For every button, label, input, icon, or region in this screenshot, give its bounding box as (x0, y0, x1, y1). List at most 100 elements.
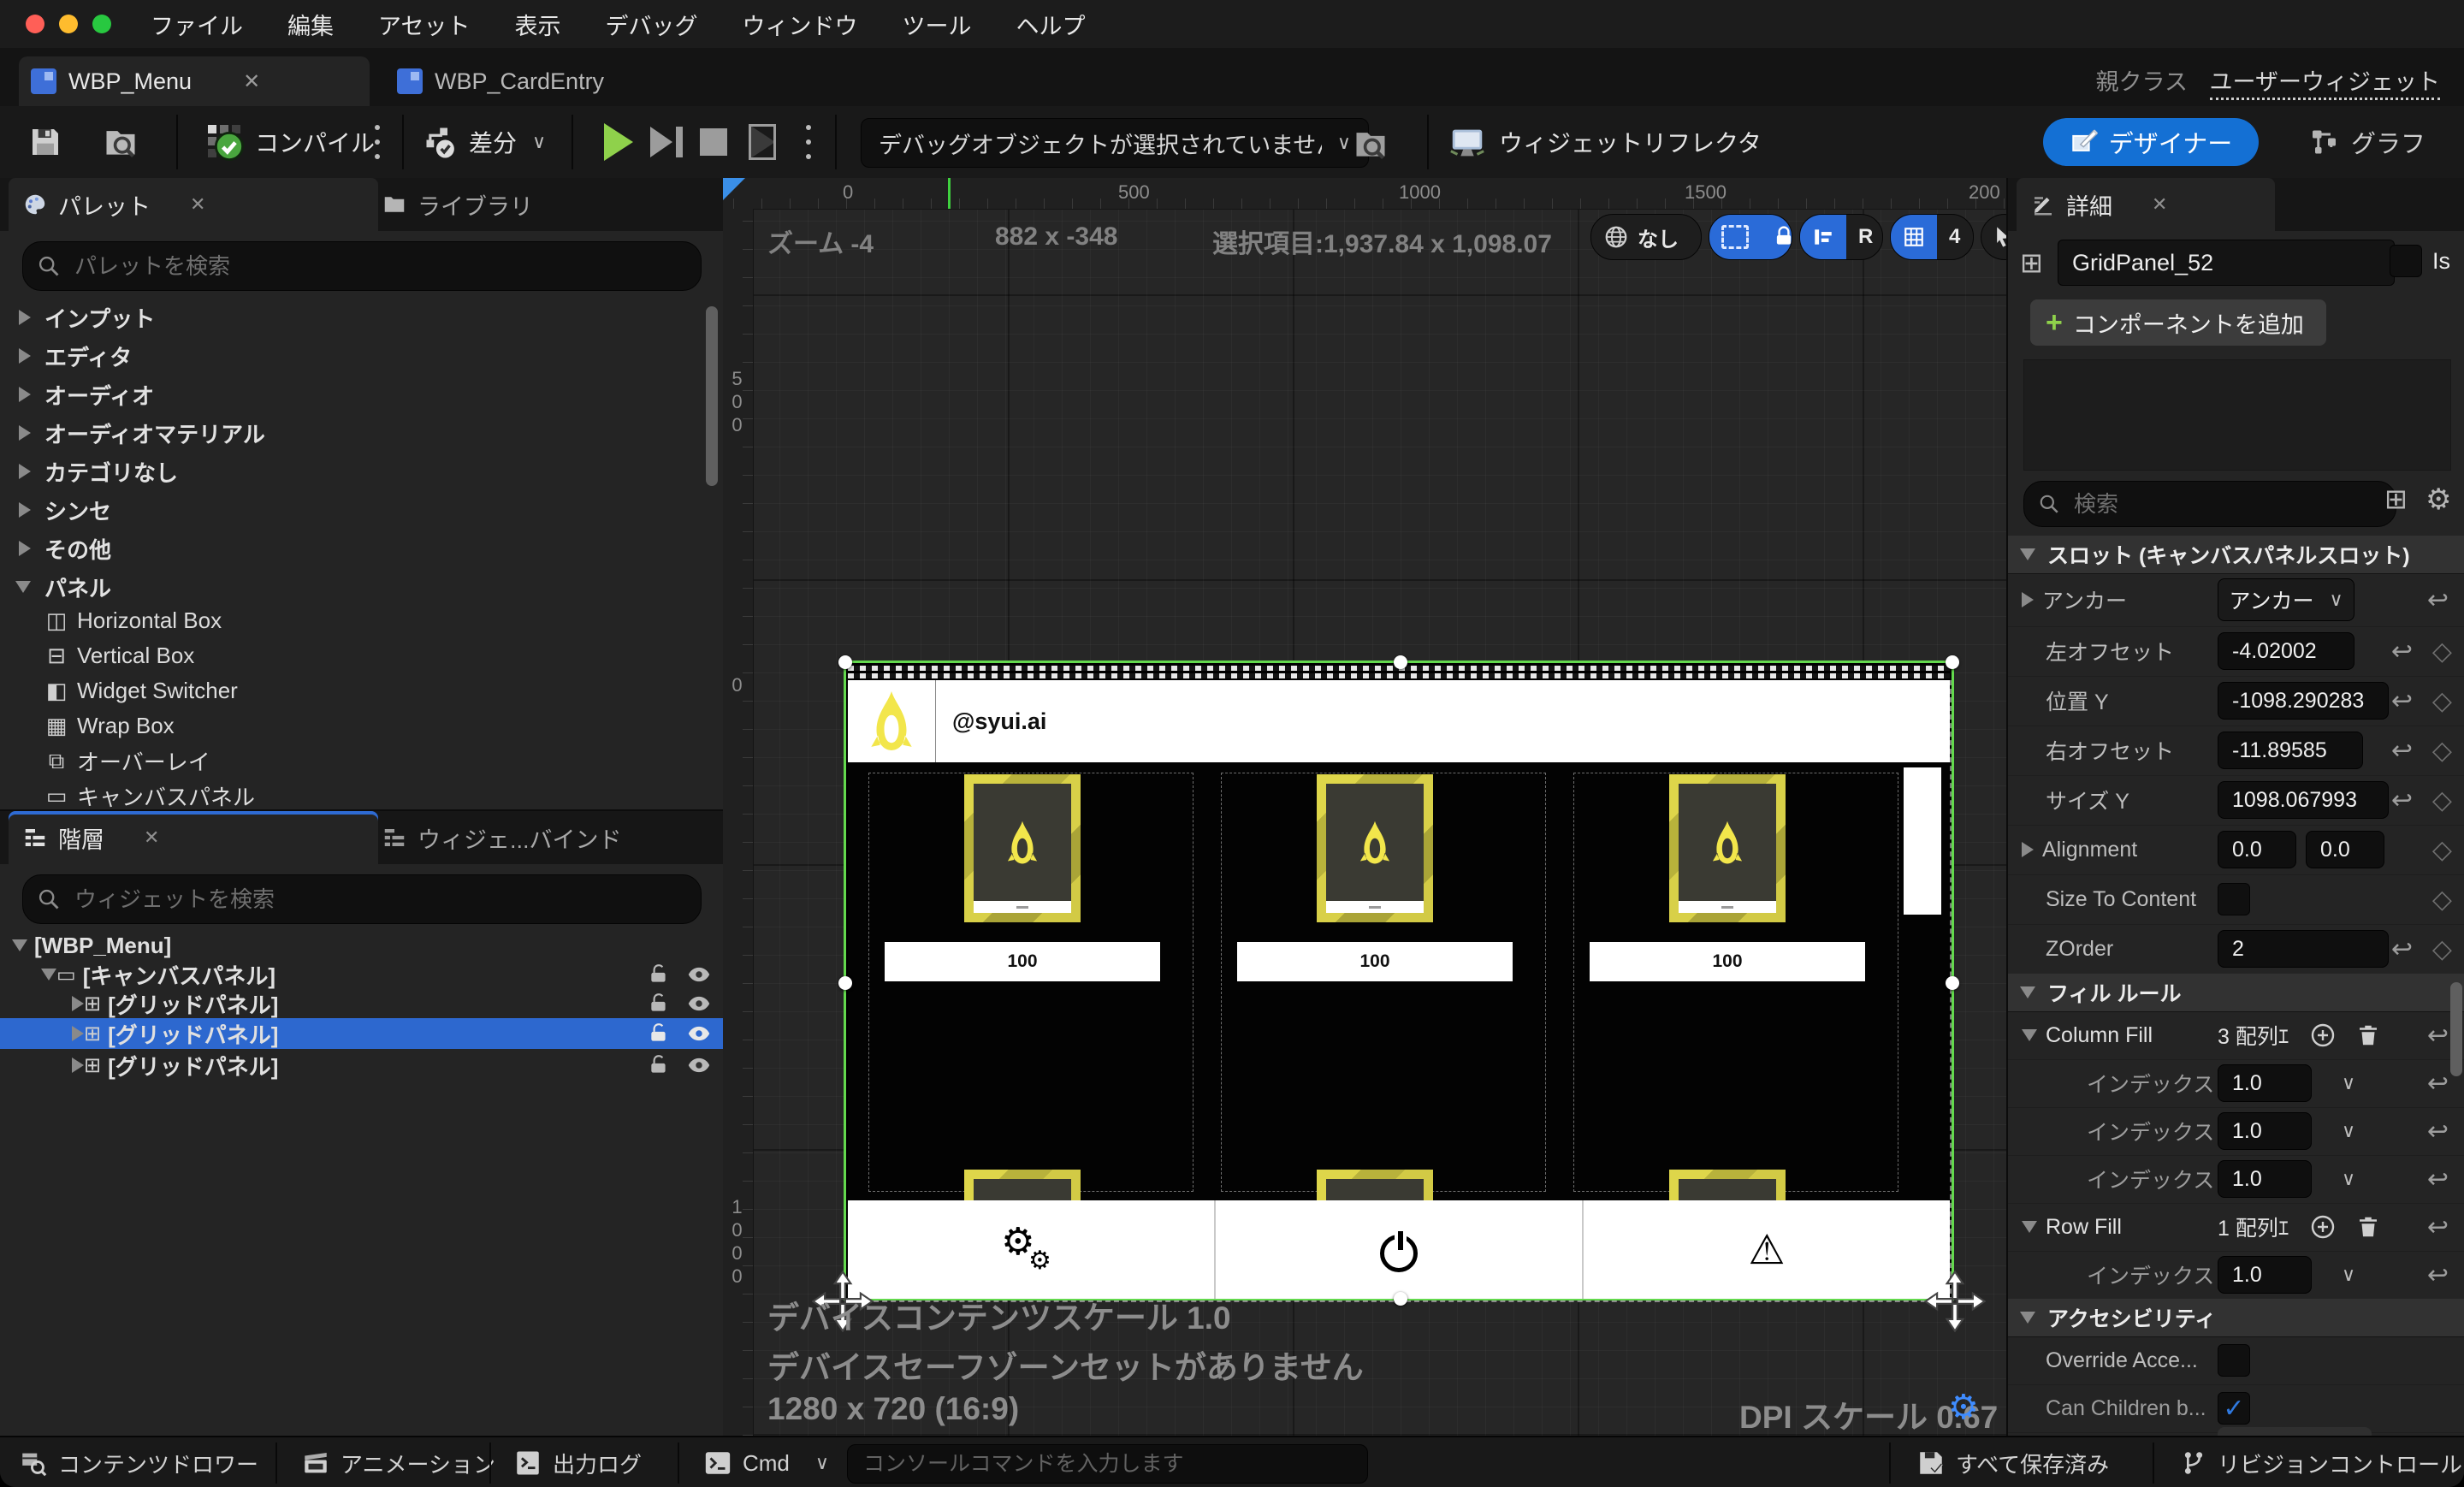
tab-wbp-menu[interactable]: WBP_Menu ✕ (19, 56, 370, 106)
warning-cell[interactable]: ⚠ (1584, 1200, 1950, 1299)
traffic-light-minimize-icon[interactable] (59, 15, 78, 33)
cursor-tool-button[interactable] (1981, 214, 2006, 260)
menu-edit[interactable]: 編集 (287, 8, 334, 41)
anchor-dropdown[interactable]: アンカー∨ (2218, 578, 2354, 621)
stop-button[interactable] (700, 128, 727, 156)
close-icon[interactable]: ✕ (144, 826, 159, 849)
offset-left-field[interactable]: -4.02002 (2218, 632, 2354, 670)
settings-gear-icon[interactable]: ⚙ (2426, 483, 2451, 517)
bind-diamond-icon[interactable]: ◇ (2432, 736, 2452, 766)
designed-widget[interactable]: @syui.ai 100 100 (844, 661, 1954, 1300)
override-accessibility-checkbox[interactable] (2218, 1344, 2250, 1377)
tab-wbp-cardentry[interactable]: WBP_CardEntry (385, 56, 659, 106)
menu-window[interactable]: ウィンドウ (742, 8, 857, 41)
save-icon[interactable] (28, 125, 62, 159)
menu-help[interactable]: ヘルプ (1016, 8, 1085, 41)
palette-category-audio[interactable]: オーディオ (0, 376, 723, 413)
chevron-down-icon[interactable]: ∨ (2342, 1120, 2355, 1142)
revert-icon[interactable]: ↩ (2427, 1117, 2449, 1146)
menu-view[interactable]: 表示 (514, 8, 560, 41)
revert-icon[interactable]: ↩ (2391, 686, 2413, 716)
graph-mode-button[interactable]: グラフ (2310, 118, 2426, 166)
palette-item-wrap-box[interactable]: ▦Wrap Box (0, 708, 723, 744)
tree-node-root[interactable]: [WBP_Menu] (0, 931, 723, 960)
section-fill-rules[interactable]: フィル ルール (2008, 974, 2464, 1012)
lock-icon[interactable] (648, 992, 670, 1015)
revert-icon[interactable]: ↩ (2427, 1260, 2449, 1290)
close-icon[interactable]: ✕ (2152, 193, 2167, 216)
lock-icon[interactable] (648, 963, 670, 986)
position-y-field[interactable]: -1098.290283 (2218, 682, 2389, 720)
compile-button[interactable]: コンパイル (255, 106, 375, 178)
zorder-field[interactable]: 2 (2218, 930, 2389, 968)
tree-node-grid-panel-3[interactable]: ⊞[グリッドパネル] (0, 1051, 723, 1080)
resize-handle[interactable] (1946, 655, 1959, 669)
dpi-settings-gear-icon[interactable]: ⚙ (1948, 1388, 1979, 1427)
settings-cell[interactable]: ⚙⚙ (848, 1200, 1216, 1299)
palette-item-vertical-box[interactable]: ⊟Vertical Box (0, 638, 723, 673)
tree-node-grid-panel-2-selected[interactable]: ⊞[グリッドパネル] (0, 1018, 723, 1049)
palette-scrollbar[interactable] (706, 306, 718, 486)
designer-viewport[interactable]: 0 500 1000 1500 200 500 0 1000 ズーム -4 88… (723, 178, 2006, 1436)
lock-icon[interactable] (648, 1054, 670, 1076)
palette-search[interactable] (22, 241, 702, 291)
widget-header[interactable]: @syui.ai (848, 680, 1950, 762)
tree-node-grid-panel-1[interactable]: ⊞[グリッドパネル] (0, 989, 723, 1018)
bind-diamond-icon[interactable]: ◇ (2432, 785, 2452, 815)
revert-icon[interactable]: ↩ (2427, 585, 2449, 615)
index-field[interactable]: 1.0 (2218, 1256, 2312, 1294)
eye-icon[interactable] (687, 992, 711, 1016)
browse-debug-icon[interactable] (1352, 125, 1389, 163)
index-field[interactable]: 1.0 (2218, 1064, 2312, 1102)
menu-file[interactable]: ファイル (151, 8, 243, 41)
bind-diamond-icon[interactable]: ◇ (2432, 934, 2452, 964)
menu-debug[interactable]: デバッグ (605, 8, 697, 41)
palette-category-input[interactable]: インプット (0, 299, 723, 336)
revision-control-button[interactable]: リビジョンコントロール∨ (2180, 1437, 2464, 1487)
traffic-light-zoom-icon[interactable] (92, 15, 111, 33)
bind-diamond-icon[interactable]: ◇ (2432, 835, 2452, 865)
power-cell[interactable] (1216, 1200, 1584, 1299)
alignment-x-field[interactable]: 0.0 (2218, 831, 2296, 868)
tab-widget-bind[interactable]: ウィジェ...バインド (368, 811, 636, 864)
section-accessibility[interactable]: アクセシビリティ (2008, 1299, 2464, 1337)
card-3[interactable] (1669, 774, 1786, 922)
compile-options-kebab-icon[interactable] (375, 125, 380, 159)
revert-icon[interactable]: ↩ (2427, 1021, 2449, 1051)
save-status-button[interactable]: すべて保存済み (1916, 1437, 2109, 1487)
play-button[interactable] (604, 123, 633, 161)
menu-tools[interactable]: ツール (902, 8, 971, 41)
widget-name-field[interactable] (2058, 240, 2395, 286)
details-scrollbar[interactable] (2450, 982, 2462, 1076)
close-icon[interactable]: ✕ (190, 193, 205, 216)
widget-reflector-button[interactable]: ウィジェットリフレクタ (1499, 106, 1762, 178)
tab-close-icon[interactable]: ✕ (243, 69, 260, 94)
chevron-down-icon[interactable]: ∨ (2342, 1168, 2355, 1190)
palette-item-overlay[interactable]: ⧉オーバーレイ (0, 744, 723, 779)
tab-library[interactable]: ライブラリ (368, 178, 547, 231)
index-field[interactable]: 1.0 (2218, 1160, 2312, 1198)
palette-item-canvas-panel[interactable]: ▭キャンバスパネル (0, 779, 723, 814)
play-options-kebab-icon[interactable] (806, 125, 811, 159)
palette-category-other[interactable]: その他 (0, 530, 723, 567)
eye-icon[interactable] (687, 1053, 711, 1077)
add-element-icon[interactable] (2309, 1022, 2337, 1049)
menu-asset[interactable]: アセット (378, 8, 470, 41)
eye-icon[interactable] (687, 1022, 711, 1046)
debug-object-dropdown[interactable]: デバッグオブジェクトが選択されていません∨ (861, 118, 1369, 168)
diff-button[interactable]: 差分∨ (469, 106, 546, 178)
launch-button[interactable] (749, 125, 775, 159)
trash-icon[interactable] (2355, 1022, 2381, 1048)
eye-icon[interactable] (687, 963, 711, 986)
details-search[interactable] (2023, 481, 2396, 527)
revert-icon[interactable]: ↩ (2427, 1164, 2449, 1194)
animation-button[interactable]: アニメーション (301, 1437, 495, 1487)
revert-icon[interactable]: ↩ (2391, 736, 2413, 766)
tab-palette[interactable]: パレット ✕ (9, 178, 378, 231)
selection-lock-toggle[interactable] (1709, 214, 1792, 260)
index-field[interactable]: 1.0 (2218, 1112, 2312, 1150)
add-element-icon[interactable] (2309, 1213, 2337, 1241)
resize-handle[interactable] (1394, 655, 1407, 669)
traffic-light-close-icon[interactable] (26, 15, 44, 33)
tab-details[interactable]: 詳細 ✕ (2017, 178, 2275, 231)
